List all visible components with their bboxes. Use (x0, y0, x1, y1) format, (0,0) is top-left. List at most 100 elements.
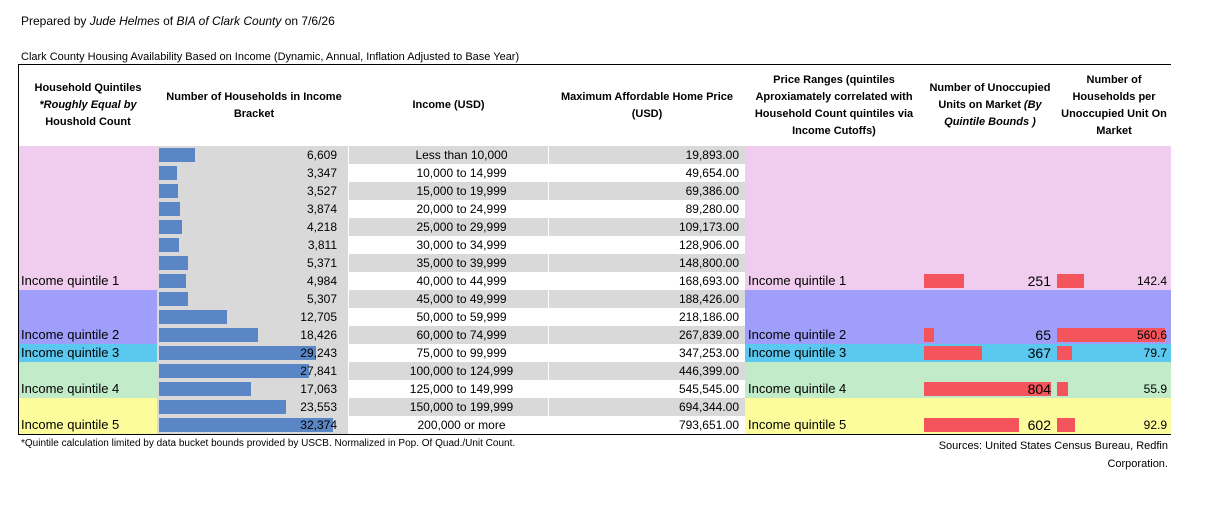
price-row: 188,426.00 (549, 290, 745, 308)
households-count: 27,841 (300, 364, 337, 378)
households-row: 12,705 (157, 308, 348, 326)
households-row: 4,218 (157, 218, 348, 236)
price-range-label: Income quintile 2 (748, 327, 847, 342)
households-row: 23,553 (157, 398, 348, 416)
households-bar (159, 184, 178, 198)
households-count: 3,527 (306, 184, 337, 198)
header-max-price: Maximum Affordable Home Price (USD) (561, 90, 733, 120)
header-quintiles: Household Quintiles *Roughly Equal by Ho… (19, 65, 157, 146)
unoccupied-count: 367 (1027, 345, 1051, 361)
households-row: 3,874 (157, 200, 348, 218)
income-range: 10,000 to 14,999 (416, 166, 507, 180)
sources-note: Sources: United States Census Bureau, Re… (938, 440, 1168, 470)
header-quintiles-line3: Houshold Count (45, 116, 131, 128)
income-row: 60,000 to 74,999 (349, 326, 548, 344)
income-row: 75,000 to 99,999 (349, 344, 548, 362)
price-row: 218,186.00 (549, 308, 745, 326)
households-count: 23,553 (300, 400, 337, 414)
households-row: 32,374 (157, 416, 348, 434)
max-price-value: 109,173.00 (678, 220, 739, 234)
households-row: 18,426 (157, 326, 348, 344)
households-row: 3,811 (157, 236, 348, 254)
quintile-label: Income quintile 4 (21, 381, 120, 396)
max-price-value: 49,654.00 (685, 166, 739, 180)
price-row: 69,386.00 (549, 182, 745, 200)
price-row: 128,906.00 (549, 236, 745, 254)
households-bar (159, 346, 316, 360)
quintile-label: Income quintile 2 (21, 327, 120, 342)
income-range: 35,000 to 39,999 (416, 256, 507, 270)
households-count: 5,371 (306, 256, 337, 270)
households-bar (159, 310, 227, 324)
households-row: 27,841 (157, 362, 348, 380)
households-bar (159, 148, 195, 162)
price-row: 109,173.00 (549, 218, 745, 236)
prepared-prefix: Prepared by (21, 14, 87, 28)
income-row: 10,000 to 14,999 (349, 164, 548, 182)
header-households: Number of Households in Income Bracket (166, 90, 342, 120)
households-count: 32,374 (300, 418, 337, 432)
income-range: 60,000 to 74,999 (416, 328, 507, 342)
households-row: 29,243 (157, 344, 348, 362)
price-row: 545,545.00 (549, 380, 745, 398)
prepared-of: of (163, 14, 174, 28)
price-row: 446,399.00 (549, 362, 745, 380)
households-count: 12,705 (300, 310, 337, 324)
households-per-unit-value: 79.7 (1143, 346, 1167, 360)
income-range: 15,000 to 19,999 (416, 184, 507, 198)
quintile-label: Income quintile 3 (21, 345, 120, 360)
households-bar (159, 274, 186, 288)
max-price-value: 168,693.00 (678, 274, 739, 288)
price-range-label: Income quintile 5 (748, 417, 847, 432)
header-unoccupied: Number of Unoccupied Units on Market (By… (923, 65, 1057, 146)
households-per-unit-value: 560.6 (1136, 328, 1167, 342)
households-per-unit-value: 142.4 (1136, 274, 1167, 288)
unoccupied-count: 65 (1035, 327, 1051, 343)
households-count: 4,984 (306, 274, 337, 288)
income-row: 35,000 to 39,999 (349, 254, 548, 272)
prepared-date: on 7/6/26 (284, 14, 335, 28)
price-range-label: Income quintile 1 (748, 273, 847, 288)
quintile-label: Income quintile 5 (21, 417, 120, 432)
quintile-band-left (19, 146, 157, 290)
price-row: 19,893.00 (549, 146, 745, 164)
housing-table: Household Quintiles *Roughly Equal by Ho… (18, 64, 1171, 435)
households-count: 3,811 (307, 238, 337, 252)
price-row: 347,253.00 (549, 344, 745, 362)
header-per-unit: Number of Households per Unoccupied Unit… (1061, 73, 1167, 137)
unoccupied-count: 602 (1027, 417, 1051, 433)
quintile-label: Income quintile 1 (21, 273, 120, 288)
header-quintiles-line1: Household Quintiles (34, 82, 142, 94)
table-subtitle: Clark County Housing Availability Based … (21, 51, 520, 63)
price-row: 267,839.00 (549, 326, 745, 344)
price-row: 49,654.00 (549, 164, 745, 182)
income-row: 30,000 to 34,999 (349, 236, 548, 254)
households-count: 18,426 (300, 328, 337, 342)
max-price-value: 128,906.00 (678, 238, 739, 252)
income-row: 50,000 to 59,999 (349, 308, 548, 326)
max-price-value: 218,186.00 (678, 310, 739, 324)
income-range: 100,000 to 124,999 (409, 364, 514, 378)
max-price-value: 446,399.00 (678, 364, 739, 378)
households-row: 5,307 (157, 290, 348, 308)
households-bar (159, 256, 188, 270)
max-price-value: 545,545.00 (678, 382, 739, 396)
households-bar (159, 202, 180, 216)
households-bar (159, 400, 286, 414)
max-price-value: 69,386.00 (685, 184, 739, 198)
max-price-value: 148,800.00 (678, 256, 739, 270)
price-row: 793,651.00 (549, 416, 745, 434)
price-range-label: Income quintile 4 (748, 381, 847, 396)
households-count: 5,307 (306, 292, 337, 306)
income-range: 45,000 to 49,999 (416, 292, 507, 306)
unoccupied-count: 804 (1027, 381, 1051, 397)
households-bar (159, 238, 179, 252)
income-range: 25,000 to 29,999 (416, 220, 507, 234)
income-range: 200,000 or more (417, 418, 506, 432)
households-bar (159, 382, 251, 396)
header-quintiles-line2: *Roughly Equal by (39, 99, 137, 111)
households-row: 17,063 (157, 380, 348, 398)
income-range: 20,000 to 24,999 (416, 202, 507, 216)
income-row: 150,000 to 199,999 (349, 398, 548, 416)
income-column: Less than 10,000 10,000 to 14,999 15,000 t… (349, 146, 548, 434)
